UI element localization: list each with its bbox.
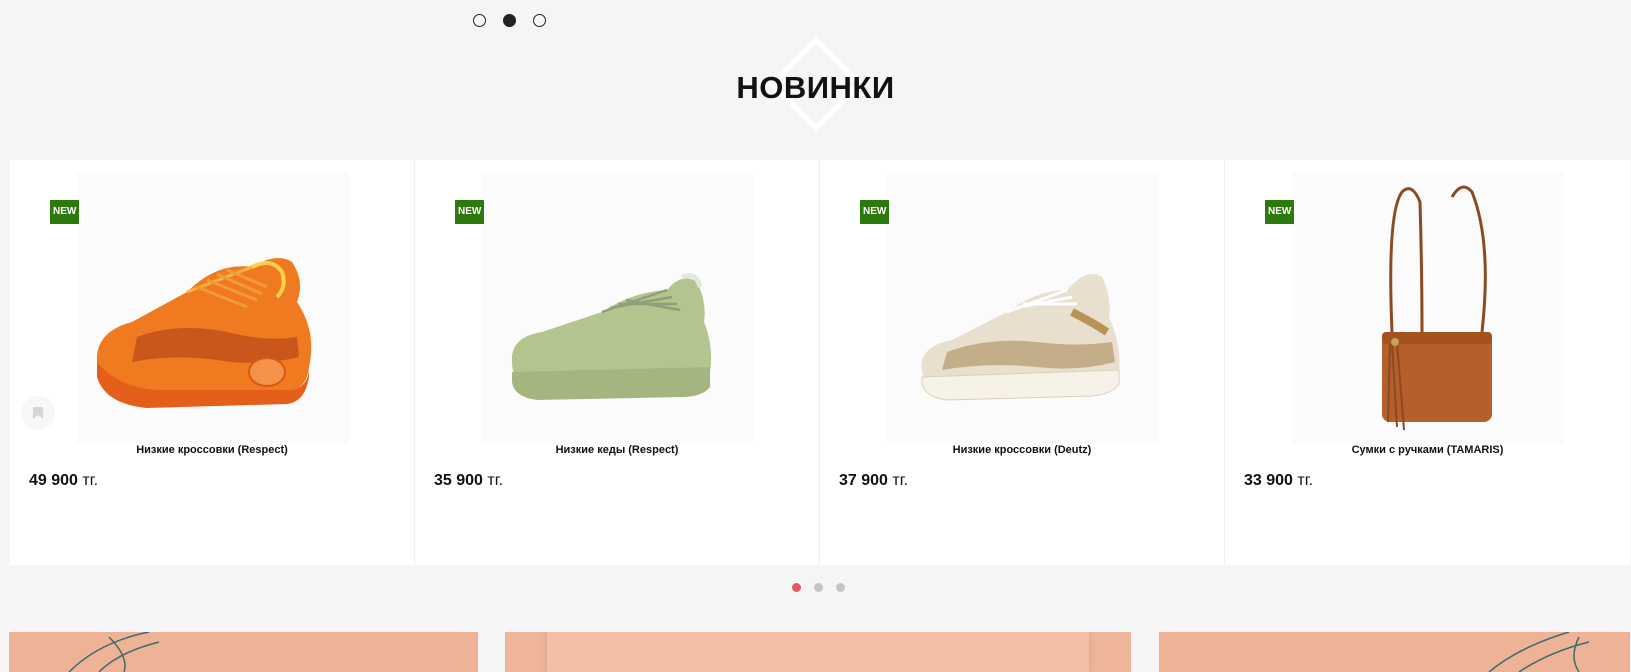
bookmark-icon — [33, 407, 43, 419]
product-image[interactable] — [887, 172, 1159, 444]
new-badge: NEW — [455, 200, 485, 224]
product-price: 33 900 тг. — [1244, 472, 1313, 490]
product-card[interactable]: NEW Сумки с ручками (TAMARIS) 33 900 тг. — [1225, 160, 1630, 565]
product-price: 49 900 тг. — [29, 472, 98, 490]
product-card[interactable]: NEW Низкие кроссовки (Respect) 49 900 тг… — [10, 160, 415, 565]
leaf-pattern-icon — [1488, 632, 1590, 672]
product-name[interactable]: Сумки с ручками (TAMARIS) — [1225, 444, 1630, 456]
carousel-dot-1[interactable] — [792, 583, 801, 592]
beige-sneaker-icon — [921, 273, 1120, 401]
new-badge: NEW — [1265, 200, 1295, 224]
product-name[interactable]: Низкие кеды (Respect) — [415, 444, 819, 456]
price-currency: тг. — [82, 472, 99, 489]
hero-dot-2[interactable] — [503, 14, 516, 27]
promo-banner[interactable] — [9, 632, 478, 672]
price-amount: 33 900 — [1244, 472, 1293, 489]
section-header: НОВИНКИ — [0, 35, 1631, 140]
hero-carousel-dots — [473, 14, 546, 27]
product-carousel: NEW Низкие кроссовки (Respect) 49 900 тг… — [10, 160, 1630, 565]
brown-crossbody-bag-icon — [1382, 185, 1492, 431]
carousel-dot-2[interactable] — [814, 583, 823, 592]
price-currency: тг. — [1297, 472, 1314, 489]
new-badge: NEW — [50, 200, 80, 224]
promo-banner[interactable] — [1159, 632, 1630, 672]
green-sneaker-icon — [511, 273, 712, 400]
price-currency: тг. — [487, 472, 504, 489]
promo-banner-frame — [547, 632, 1089, 672]
orange-sneaker-icon — [96, 258, 312, 408]
price-amount: 49 900 — [29, 472, 78, 489]
product-image[interactable] — [1292, 172, 1564, 444]
promo-banner[interactable] — [505, 632, 1131, 672]
product-price: 37 900 тг. — [839, 472, 908, 490]
product-name[interactable]: Низкие кроссовки (Respect) — [10, 444, 414, 456]
hero-dot-1[interactable] — [473, 14, 486, 27]
hero-dot-3[interactable] — [533, 14, 546, 27]
product-card[interactable]: NEW Низкие кеды (Respect) 35 900 тг. — [415, 160, 820, 565]
leaf-pattern-icon — [68, 632, 160, 672]
product-image[interactable] — [482, 172, 754, 444]
price-amount: 35 900 — [434, 472, 483, 489]
price-amount: 37 900 — [839, 472, 888, 489]
new-badge: NEW — [860, 200, 890, 224]
bookmark-button[interactable] — [21, 396, 55, 430]
carousel-dot-3[interactable] — [836, 583, 845, 592]
product-card[interactable]: NEW Низкие кроссовки (Deutz) 37 900 тг. — [820, 160, 1225, 565]
product-price: 35 900 тг. — [434, 472, 503, 490]
product-carousel-dots — [792, 583, 845, 592]
product-name[interactable]: Низкие кроссовки (Deutz) — [820, 444, 1224, 456]
price-currency: тг. — [892, 472, 909, 489]
section-title: НОВИНКИ — [736, 70, 895, 105]
product-image[interactable] — [77, 172, 349, 444]
